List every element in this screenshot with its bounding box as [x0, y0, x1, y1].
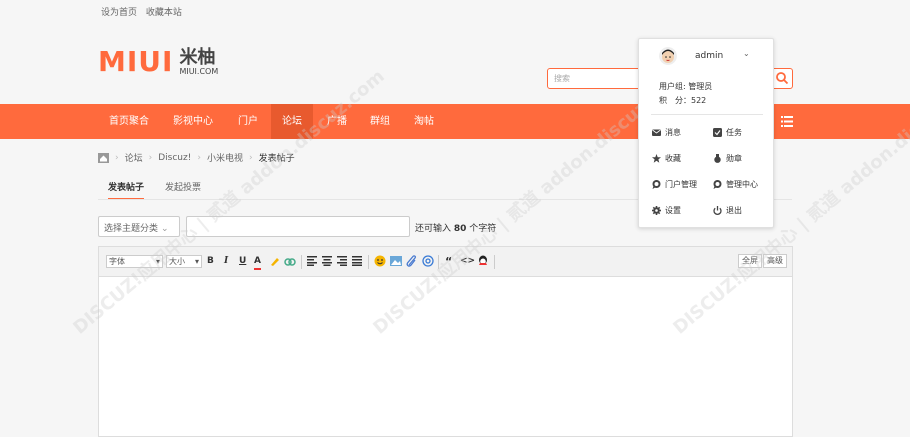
nav-item-home[interactable]: 首页聚合 — [109, 104, 149, 139]
breadcrumb-current: 发表帖子 — [258, 154, 295, 164]
hint-count: 80 — [453, 224, 467, 234]
menu-list-icon[interactable] — [781, 116, 793, 127]
menu-item-tasks[interactable]: 任务 — [713, 127, 742, 138]
thread-type-select[interactable]: 选择主题分类 ⌄ — [98, 216, 180, 237]
breadcrumb: › 论坛 › Discuz! › 小米电视 › 发表帖子 — [98, 151, 295, 164]
hint-suffix: 个字符 — [469, 224, 497, 234]
tab-new-thread[interactable]: 发表帖子 — [108, 180, 145, 200]
menu-item-admin-center[interactable]: 管理中心 — [713, 179, 758, 190]
fullscreen-button[interactable]: 全屏 — [738, 254, 762, 268]
image-icon[interactable] — [390, 256, 402, 266]
site-logo[interactable]: MIUI 米柚 MIUI.COM — [98, 48, 218, 76]
user-menu-dropdown: admin ⌄ 用户组: 管理员 积 分：522 消息 任务 收藏 勋章 门户管… — [638, 38, 774, 228]
menu-item-medals[interactable]: 勋章 — [713, 153, 742, 164]
editor-toolbar: 字体 ▾ 大小 ▾ B I U A “ <> 全屏 高级 — [99, 247, 792, 277]
menu-item-label: 勋章 — [726, 154, 742, 163]
menu-item-label: 管理中心 — [726, 180, 758, 189]
post-editor[interactable]: 字体 ▾ 大小 ▾ B I U A “ <> 全屏 高级 — [98, 246, 793, 437]
user-points: 积 分：522 — [659, 96, 707, 105]
menu-item-label: 任务 — [726, 128, 742, 137]
avatar[interactable] — [659, 47, 677, 65]
subject-input[interactable] — [186, 216, 410, 237]
menu-item-label: 退出 — [726, 206, 742, 215]
user-menu-header[interactable]: admin — [659, 47, 723, 65]
font-color-button[interactable]: A — [254, 255, 261, 270]
align-left-icon[interactable] — [307, 256, 317, 266]
medal-icon — [714, 154, 721, 163]
username: admin — [695, 51, 724, 61]
search-icon[interactable] — [775, 71, 789, 85]
home-icon[interactable] — [98, 152, 109, 163]
menu-item-favorites[interactable]: 收藏 — [652, 153, 681, 164]
qq-icon[interactable] — [477, 255, 489, 267]
at-mention-icon[interactable] — [422, 255, 434, 267]
favorite-link[interactable]: 收藏本站 — [146, 8, 182, 18]
char-count-hint: 还可输入 80 个字符 — [415, 221, 496, 234]
tab-new-poll[interactable]: 发起投票 — [165, 180, 201, 200]
logo-mark: MIUI — [98, 45, 174, 78]
smiley-icon[interactable] — [374, 255, 386, 267]
star-icon — [652, 154, 661, 163]
logo-cn-text: 米柚 — [179, 46, 216, 68]
checkbox-icon — [713, 128, 722, 137]
align-right-icon[interactable] — [337, 256, 347, 266]
power-icon — [713, 206, 722, 215]
nav-item-video[interactable]: 影视中心 — [173, 104, 213, 139]
link-icon[interactable] — [284, 256, 296, 267]
chat-bubble-icon — [652, 180, 661, 189]
justify-icon[interactable] — [352, 256, 362, 266]
post-tabs: 发表帖子 发起投票 — [98, 180, 298, 200]
chat-bubble-icon — [713, 180, 722, 189]
code-button[interactable]: <> — [460, 255, 475, 268]
menu-item-label: 门户管理 — [665, 180, 697, 189]
menu-item-portal-admin[interactable]: 门户管理 — [652, 179, 697, 190]
nav-item-broadcast[interactable]: 广播 — [327, 104, 347, 139]
font-select[interactable]: 字体 ▾ — [106, 255, 163, 268]
breadcrumb-discuz[interactable]: Discuz! — [158, 153, 191, 163]
breadcrumb-board[interactable]: 小米电视 — [207, 151, 243, 164]
menu-item-settings[interactable]: 设置 — [652, 205, 681, 216]
menu-item-logout[interactable]: 退出 — [713, 205, 742, 216]
user-group: 用户组: 管理员 — [659, 82, 713, 91]
divider — [651, 114, 763, 115]
hint-prefix: 还可输入 — [415, 224, 452, 234]
breadcrumb-forum[interactable]: 论坛 — [125, 151, 143, 164]
menu-item-messages[interactable]: 消息 — [652, 127, 681, 138]
attachment-icon[interactable] — [406, 255, 417, 267]
envelope-icon — [652, 129, 661, 136]
italic-button[interactable]: I — [224, 255, 228, 268]
logo-domain: MIUI.COM — [179, 66, 219, 76]
size-select[interactable]: 大小 ▾ — [166, 255, 202, 268]
advanced-button[interactable]: 高级 — [763, 254, 787, 268]
bold-button[interactable]: B — [207, 255, 214, 268]
chevron-down-icon[interactable]: ⌄ — [743, 49, 750, 58]
menu-item-label: 收藏 — [665, 154, 681, 163]
quote-button[interactable]: “ — [445, 255, 452, 268]
underline-button[interactable]: U — [239, 255, 246, 268]
nav-item-forum[interactable]: 论坛 — [271, 104, 313, 139]
set-home-link[interactable]: 设为首页 — [101, 8, 137, 18]
menu-item-label: 设置 — [665, 206, 681, 215]
align-center-icon[interactable] — [322, 256, 332, 266]
menu-item-label: 消息 — [665, 128, 681, 137]
nav-item-collection[interactable]: 淘帖 — [414, 104, 434, 139]
search-placeholder: 搜索 — [554, 74, 570, 83]
highlight-icon[interactable] — [269, 256, 280, 267]
top-links: 设为首页 收藏本站 — [101, 5, 188, 18]
gear-icon — [652, 206, 661, 215]
nav-item-portal[interactable]: 门户 — [238, 104, 258, 139]
thread-type-label: 选择主题分类 — [104, 224, 159, 234]
nav-item-group[interactable]: 群组 — [370, 104, 390, 139]
